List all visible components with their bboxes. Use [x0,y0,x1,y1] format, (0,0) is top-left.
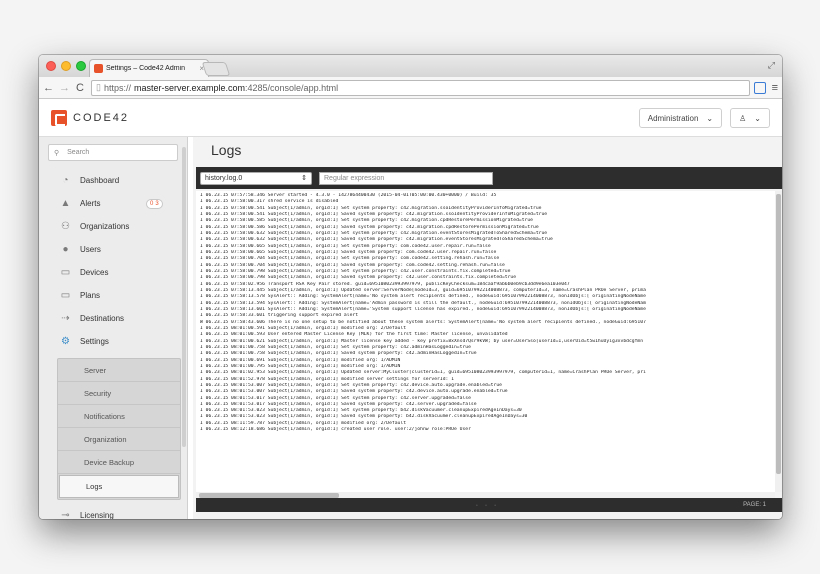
code42-favicon-icon [94,64,103,73]
sidebar-item-licensing[interactable]: ⊸ Licensing [39,504,187,519]
sidebar-item-label: Licensing [80,511,114,519]
back-icon[interactable]: ← [43,82,54,94]
menu-icon[interactable]: ≡ [772,82,778,94]
drag-handle-icon[interactable]: • • • [476,503,499,509]
scroll-thumb[interactable] [776,194,781,474]
reload-icon[interactable]: C [75,82,85,94]
warning-icon: ▲ [60,198,71,209]
chevron-down-icon: ⌄ [706,113,714,123]
sidebar-item-label: Plans [80,291,101,300]
alerts-badge: 0 3 [146,199,163,209]
submenu-item-device-backup[interactable]: Device Backup [58,451,180,474]
monitor-icon: ▭ [60,267,71,278]
administration-label: Administration [647,113,699,123]
forward-icon[interactable]: → [59,82,70,94]
submenu-item-notifications[interactable]: Notifications [58,405,180,428]
sidebar-item-settings[interactable]: ⚙ Settings [39,330,187,353]
dashboard-icon: ◔ [62,175,69,186]
log-line: I 06.23.15 08:12:18.686 Subject[1/admin,… [200,427,471,433]
logo-text: CODE42 [73,111,130,124]
tab-title: Settings – Code42 Admin [106,65,185,72]
page-title: Logs [211,142,242,158]
select-arrows-icon: ⇕ [301,175,307,182]
sidebar-item-label: Devices [80,268,109,277]
submenu-item-server[interactable]: Server [58,359,180,382]
maximize-window-button[interactable] [76,61,86,71]
new-tab-button[interactable] [201,62,231,76]
submenu-item-security[interactable]: Security [58,382,180,405]
search-icon: ⚲ [54,149,60,157]
minimize-window-button[interactable] [61,61,71,71]
sidebar-item-devices[interactable]: ▭ Devices [39,261,187,284]
app-header: CODE42 Administration ⌄ ♙ ⌄ [39,99,782,137]
browser-window: Settings – Code42 Admin × ⤢ ← → C ▯ http… [39,55,782,519]
url-scheme: https:// [103,82,131,93]
settings-submenu: Server Security Notifications Organizati… [57,358,181,500]
close-window-button[interactable] [46,61,56,71]
sidebar-item-users[interactable]: ● Users [39,238,187,261]
log-vertical-scrollbar[interactable] [775,191,782,492]
page-indicator: PAGE: 1 [743,502,766,508]
browser-navbar: ← → C ▯ https://master-server.example.co… [39,77,782,99]
key-icon: ⊸ [61,510,70,519]
browser-tabbar: Settings – Code42 Admin × ⤢ [39,55,782,77]
window-controls [46,61,86,71]
organizations-icon: ⚇ [61,221,70,232]
gear-icon: ⚙ [61,336,70,347]
submenu-item-organization[interactable]: Organization [58,428,180,451]
destinations-icon: ⇢ [61,313,70,324]
sidebar-item-plans[interactable]: ▭ Plans [39,284,187,307]
log-toolbar: history.log.0 ⇕ Regular expression [196,167,782,189]
badge-count-b: 3 [155,201,159,207]
sidebar-item-dashboard[interactable]: ◔ Dashboard [39,169,187,192]
sidebar-item-label: Dashboard [80,176,120,185]
folder-icon: ▭ [60,290,71,301]
user-menu-button[interactable]: ♙ ⌄ [730,108,770,128]
page-icon: ▯ [96,82,101,92]
sidebar: ⚲ Search ◔ Dashboard ▲ Alerts 0 3 ⚇ Orga… [39,137,188,519]
sidebar-item-destinations[interactable]: ⇢ Destinations [39,307,187,330]
sidebar-item-label: Destinations [80,314,125,323]
administration-dropdown[interactable]: Administration ⌄ [638,108,723,128]
main-content: Logs history.log.0 ⇕ Regular expression … [193,137,782,519]
url-path: :4285/console/app.html [245,82,339,93]
submenu-item-logs[interactable]: Logs [59,475,179,498]
user-icon: ● [62,244,69,255]
search-placeholder: Search [67,149,90,156]
extension-icon[interactable] [753,81,766,94]
regex-filter-input[interactable]: Regular expression [319,171,493,185]
code42-logo-icon [51,109,67,126]
badge-count-a: 0 [150,201,154,207]
sidebar-item-organizations[interactable]: ⚇ Organizations [39,215,187,238]
sidebar-item-alerts[interactable]: ▲ Alerts 0 3 [39,192,187,215]
sidebar-item-label: Settings [80,337,109,346]
log-footer: • • • PAGE: 1 [196,498,782,512]
fullscreen-icon[interactable]: ⤢ [768,60,775,71]
user-icon: ♙ [739,113,747,123]
sidebar-item-label: Alerts [80,199,101,208]
url-host: master-server.example.com [133,82,246,93]
browser-tab[interactable]: Settings – Code42 Admin × [89,59,209,77]
log-file-value: history.log.0 [205,174,243,182]
chevron-down-icon: ⌄ [754,113,761,123]
search-input[interactable]: ⚲ Search [48,144,178,161]
address-bar[interactable]: ▯ https://master-server.example.com:4285… [91,79,750,96]
log-file-select[interactable]: history.log.0 ⇕ [200,171,312,185]
sidebar-item-label: Organizations [80,222,130,231]
sidebar-scrollbar[interactable] [182,147,186,447]
log-output[interactable]: I 06.23.15 07:57:58.346 Server started -… [196,191,775,492]
sidebar-item-label: Users [80,245,101,254]
